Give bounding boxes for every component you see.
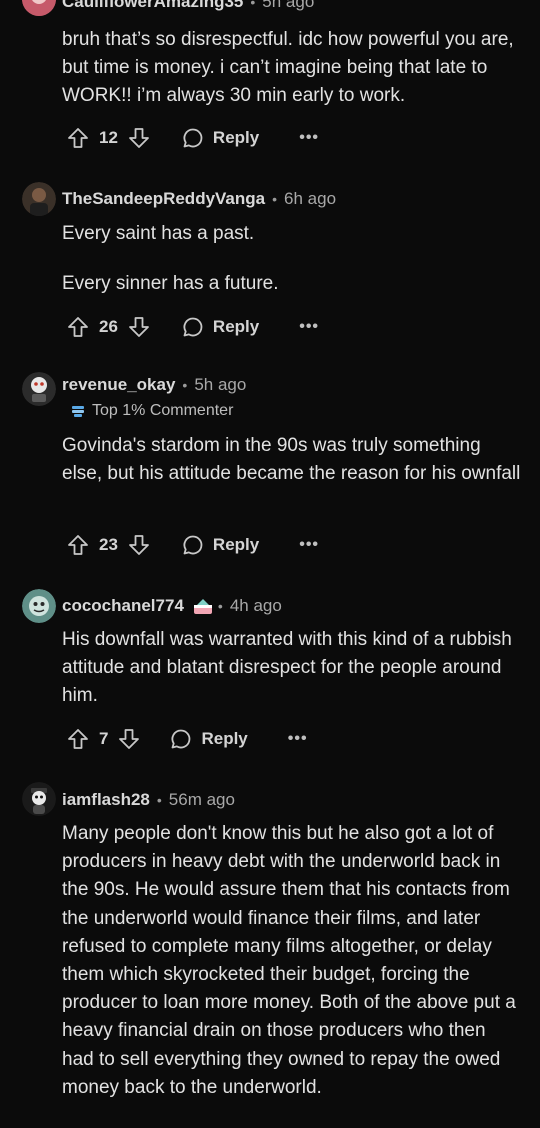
comment-header: iamflash28 • 56m ago: [62, 790, 235, 810]
user-flair: Top 1% Commenter: [70, 402, 233, 420]
reply-button[interactable]: Reply: [169, 727, 248, 751]
upvote-icon[interactable]: [66, 126, 90, 150]
comment-body: Govinda's stardom in the 90s was truly s…: [62, 432, 522, 488]
username[interactable]: TheSandeepReddyVanga: [62, 189, 265, 209]
separator-dot: •: [272, 191, 278, 207]
top-commenter-icon: [70, 403, 86, 419]
reply-label: Reply: [212, 128, 260, 147]
chat-bubble-icon: [181, 533, 205, 557]
more-options-icon[interactable]: •••: [299, 318, 319, 336]
comment-text: bruh that’s so disrespectful. idc how po…: [62, 29, 514, 107]
more-options-icon[interactable]: •••: [299, 536, 319, 554]
timestamp: 5h ago: [194, 375, 247, 394]
chat-bubble-icon: [169, 727, 193, 751]
comment-text: Every saint has a past.: [62, 223, 255, 244]
avatar[interactable]: [22, 782, 56, 816]
avatar[interactable]: [22, 0, 56, 16]
reply-button[interactable]: Reply: [181, 533, 259, 557]
downvote-icon[interactable]: [127, 126, 151, 150]
reply-button[interactable]: Reply: [181, 315, 259, 339]
username[interactable]: cocochanel774: [62, 596, 184, 616]
vote-count: 26: [99, 317, 118, 336]
comment-actions: 12 Reply •••: [66, 123, 319, 153]
cake-icon: [192, 596, 214, 616]
comment-header: cocochanel774 • 4h ago: [62, 596, 282, 616]
comment-text: Many people don't know this but he also …: [62, 823, 516, 1098]
separator-dot: •: [156, 792, 162, 808]
username[interactable]: iamflash28: [62, 790, 150, 810]
flair-label: Top 1% Commenter: [92, 402, 234, 419]
timestamp: 4h ago: [229, 596, 282, 615]
downvote-icon[interactable]: [127, 315, 151, 339]
timestamp: 56m ago: [168, 790, 235, 809]
chat-bubble-icon: [181, 126, 205, 150]
comment-text: Every sinner has a future.: [62, 273, 279, 295]
more-options-icon[interactable]: •••: [299, 129, 319, 147]
vote-control: 26: [66, 315, 151, 339]
comment-header: CauliflowerAmazing35 • 5h ago: [62, 0, 314, 12]
avatar[interactable]: [22, 372, 56, 406]
comment-body: Many people don't know this but he also …: [62, 820, 522, 1102]
timestamp: 6h ago: [284, 189, 337, 208]
reply-button[interactable]: Reply: [181, 126, 259, 150]
avatar[interactable]: [22, 182, 56, 216]
upvote-icon[interactable]: [66, 727, 90, 751]
comment-text: His downfall was warranted with this kin…: [62, 629, 512, 707]
comment-text: Govinda's stardom in the 90s was truly s…: [62, 435, 521, 485]
comment-actions: 26 Reply •••: [66, 312, 319, 342]
chat-bubble-icon: [181, 315, 205, 339]
reply-label: Reply: [212, 535, 260, 554]
reply-label: Reply: [201, 729, 248, 748]
vote-count: 23: [99, 535, 118, 554]
upvote-icon[interactable]: [66, 315, 90, 339]
comment-actions: 7 Reply •••: [66, 724, 308, 754]
comment-actions: 23 Reply •••: [66, 530, 319, 560]
comment-header: revenue_okay • 5h ago: [62, 375, 246, 395]
vote-count: 12: [99, 128, 118, 147]
vote-control: 12: [66, 126, 151, 150]
comment-body: bruh that’s so disrespectful. idc how po…: [62, 26, 522, 111]
upvote-icon[interactable]: [66, 533, 90, 557]
separator-dot: •: [217, 598, 223, 614]
downvote-icon[interactable]: [117, 727, 141, 751]
username[interactable]: revenue_okay: [62, 375, 175, 395]
timestamp: 5h ago: [262, 0, 315, 11]
downvote-icon[interactable]: [127, 533, 151, 557]
comment-header: TheSandeepReddyVanga • 6h ago: [62, 189, 336, 209]
more-options-icon[interactable]: •••: [288, 730, 308, 748]
separator-dot: •: [182, 377, 188, 393]
vote-count: 7: [99, 729, 109, 748]
separator-dot: •: [250, 0, 256, 10]
vote-control: 23: [66, 533, 151, 557]
comment-body: Every saint has a past. Every sinner has…: [62, 220, 522, 298]
reply-label: Reply: [212, 317, 260, 336]
vote-control: 7: [66, 727, 141, 751]
comment-body: His downfall was warranted with this kin…: [62, 626, 522, 711]
avatar[interactable]: [22, 589, 56, 623]
username[interactable]: CauliflowerAmazing35: [62, 0, 243, 12]
